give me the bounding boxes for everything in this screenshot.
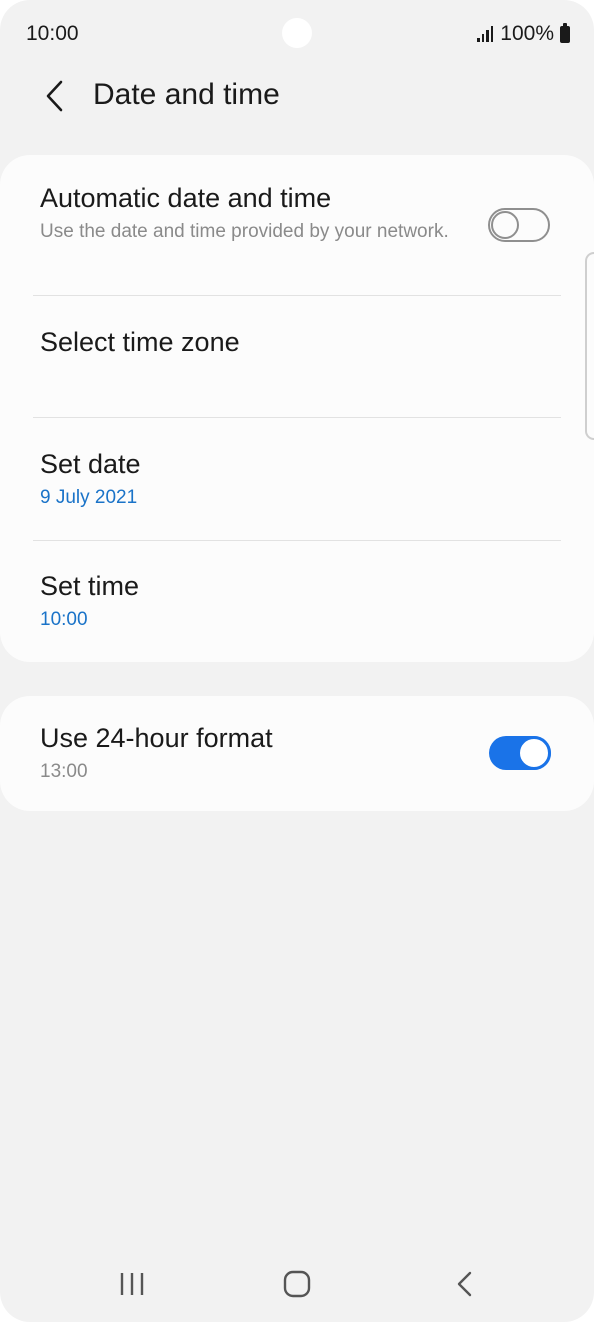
format-settings-card: Use 24-hour format 13:00 (0, 696, 594, 811)
page-title: Date and time (93, 78, 280, 111)
battery-percentage: 100% (500, 22, 554, 45)
home-icon (283, 1270, 311, 1298)
home-button[interactable] (275, 1262, 319, 1306)
signal-icon (477, 26, 494, 42)
divider (33, 295, 561, 296)
set-time-value: 10:00 (40, 609, 88, 630)
date-time-settings-card: Automatic date and time Use the date and… (0, 155, 594, 662)
use-24-hour-format-toggle[interactable] (489, 736, 551, 770)
set-time-label: Set time (40, 571, 140, 601)
chevron-left-icon (46, 80, 63, 112)
recents-icon (120, 1273, 144, 1295)
screen: 10:00 100% Date and time Automatic date … (0, 0, 594, 1322)
back-icon (457, 1271, 472, 1297)
use-24-hour-format-example: 13:00 (40, 761, 88, 782)
back-button[interactable] (34, 74, 74, 118)
divider (33, 417, 561, 418)
set-date-value: 9 July 2021 (40, 487, 138, 508)
battery-icon (560, 22, 570, 43)
scrollbar[interactable] (585, 252, 594, 440)
toggle-knob (517, 736, 551, 770)
use-24-hour-format-label: Use 24-hour format (40, 723, 273, 753)
automatic-date-time-label: Automatic date and time (40, 183, 332, 213)
status-icons: 100% (477, 22, 570, 46)
select-time-zone-label: Select time zone (40, 327, 240, 357)
automatic-date-time-row[interactable]: Automatic date and time Use the date and… (40, 183, 554, 244)
set-date-label: Set date (40, 449, 141, 479)
divider (33, 540, 561, 541)
set-date-row[interactable]: Set date 9 July 2021 (40, 449, 554, 510)
select-time-zone-row[interactable]: Select time zone (40, 327, 554, 358)
nav-back-button[interactable] (442, 1262, 486, 1306)
toggle-knob (491, 211, 519, 239)
set-time-row[interactable]: Set time 10:00 (40, 571, 554, 632)
status-time: 10:00 (26, 22, 79, 45)
front-camera (282, 18, 312, 48)
automatic-date-time-description: Use the date and time provided by your n… (40, 221, 449, 242)
automatic-date-time-toggle[interactable] (488, 208, 550, 242)
use-24-hour-format-row[interactable]: Use 24-hour format 13:00 (40, 723, 554, 784)
recents-button[interactable] (110, 1262, 154, 1306)
